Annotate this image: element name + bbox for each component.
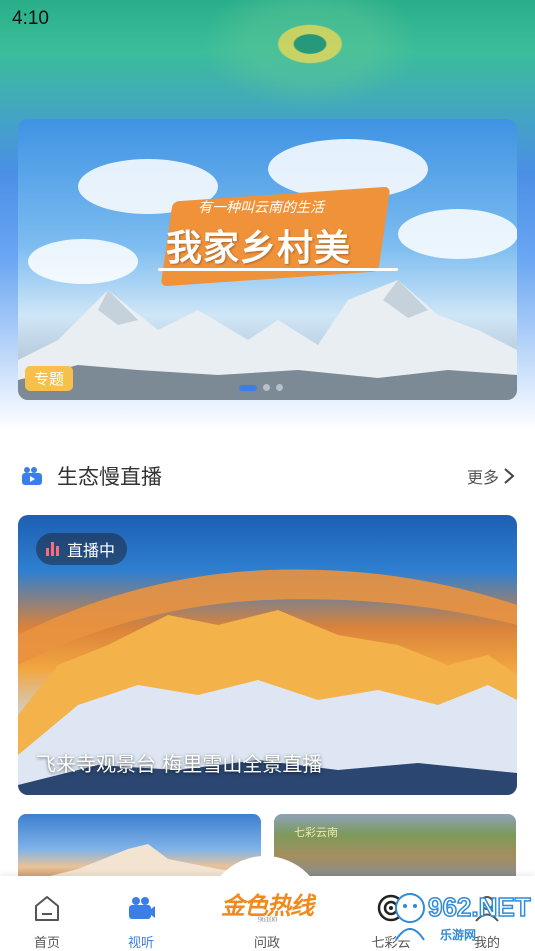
tab-label: 首页 [33,936,60,951]
live-badge-label: 直播中 [67,541,116,560]
video-camera-icon [20,466,44,486]
tab-home[interactable]: 首页 [2,876,92,951]
section-title: 生态慢直播 [57,465,162,489]
live-badge: 直播中 [36,533,128,565]
status-bar-time: 4:10 [12,8,49,29]
banner-tag: 专题 [25,366,74,391]
thumbnail-label: 七彩云南 [294,826,338,839]
watermark-logo: 962.NET 乐游网 [388,890,533,948]
tab-label: 视听 [127,936,154,951]
banner-carousel[interactable]: 有一种叫云南的生活 我家乡村美 专题 [18,119,517,400]
camera-icon [129,897,155,919]
video-thumbnail[interactable]: 七彩云南 [274,814,516,884]
watermark-mascot-icon [395,893,425,941]
banner-title-underline [158,268,398,271]
watermark-subtext: 乐游网 [440,928,477,942]
banner-title: 我家乡村美 [166,227,352,269]
watermark-text: 962.NET [427,891,531,923]
tab-video[interactable]: 视听 [96,876,186,951]
live-card-caption: 飞来寺观景台 梅里雪山全景直播 [36,752,323,776]
chevron-right-icon [504,468,515,484]
carousel-dot[interactable] [276,384,283,391]
live-bars-icon [46,542,59,556]
peacock-feather-decoration [200,0,420,110]
home-icon [35,896,59,921]
carousel-dot[interactable] [263,384,270,391]
golden-hotline-logo[interactable]: 金色热线 96100 [215,886,319,924]
banner-subtitle: 有一种叫云南的生活 [198,200,324,216]
live-stream-card[interactable]: 直播中 飞来寺观景台 梅里雪山全景直播 [18,515,517,795]
tab-label: 问政 [253,936,280,951]
snow-mountains-image [18,280,517,400]
carousel-indicator [239,384,283,391]
section-header: 生态慢直播 更多 [20,458,515,494]
more-link[interactable]: 更多 [467,464,515,488]
carousel-dot-active[interactable] [239,384,257,391]
more-label: 更多 [466,468,499,487]
cloud-decoration [398,209,517,259]
